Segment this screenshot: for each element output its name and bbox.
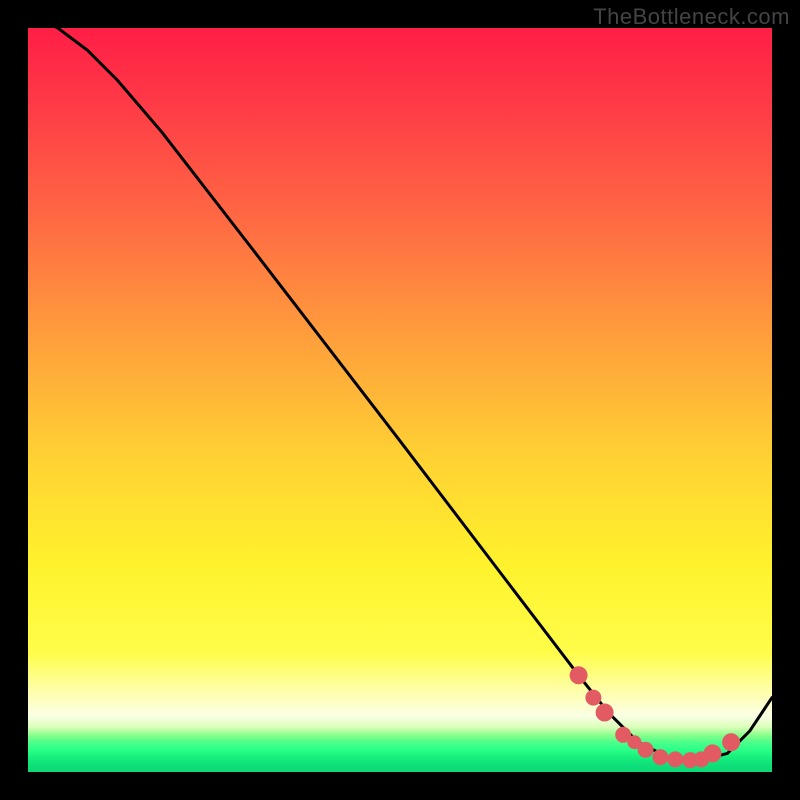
- watermark-text: TheBottleneck.com: [593, 4, 790, 30]
- curve-marker: [722, 733, 740, 751]
- curve-marker: [596, 704, 614, 722]
- curve-marker: [585, 690, 601, 706]
- bottleneck-curve: [28, 28, 772, 761]
- curve-marker: [638, 742, 654, 758]
- curve-layer: [28, 28, 772, 772]
- curve-marker: [667, 751, 683, 767]
- curve-marker: [570, 666, 588, 684]
- chart-frame: TheBottleneck.com: [0, 0, 800, 800]
- curve-marker: [652, 749, 668, 765]
- curve-marker: [704, 744, 722, 762]
- curve-markers: [570, 666, 741, 768]
- plot-area: [28, 28, 772, 772]
